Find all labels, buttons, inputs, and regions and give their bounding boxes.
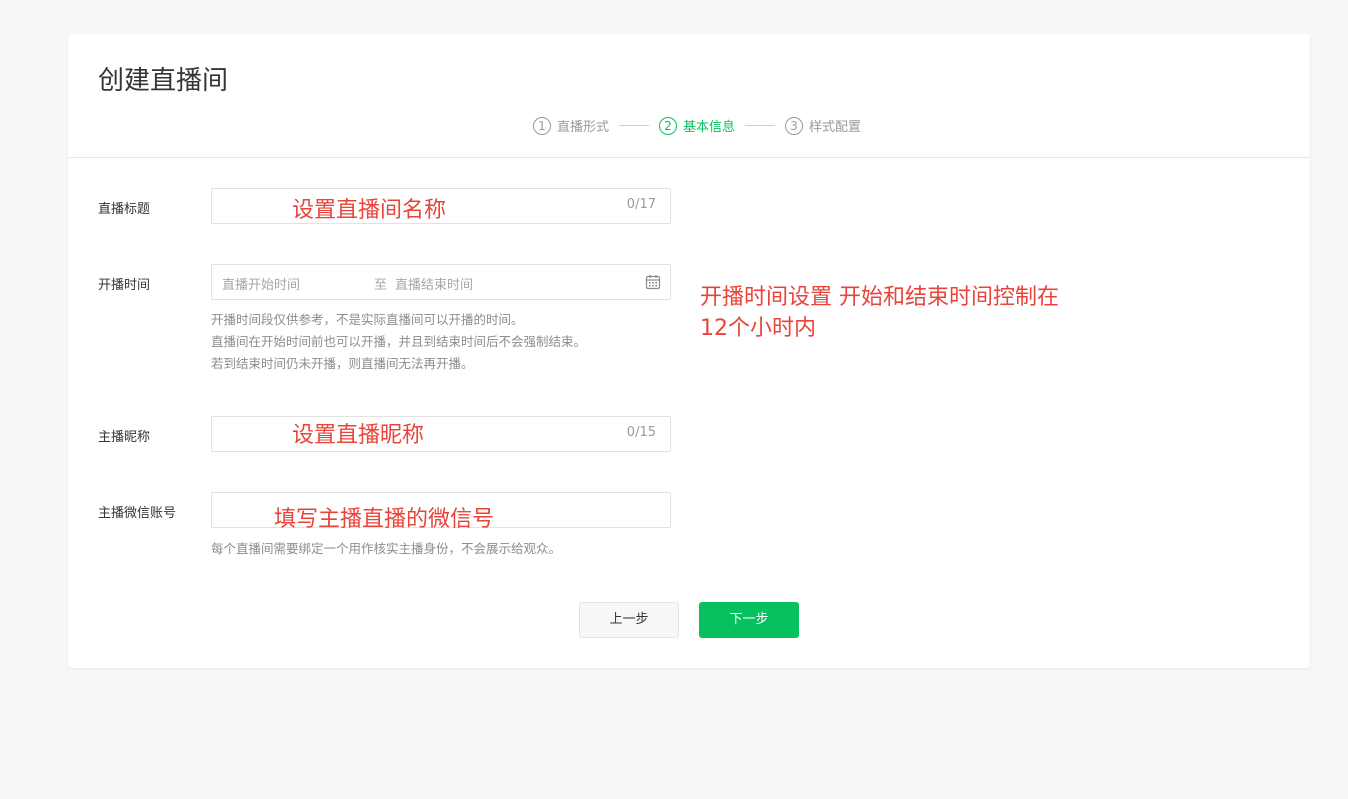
annotation-anchor-name: 设置直播昵称 (292, 423, 425, 448)
step-connector (745, 125, 775, 126)
page-title: 创建直播间 (98, 66, 229, 96)
step-style-config: 3 样式配置 (785, 116, 861, 135)
annotation-title: 设置直播间名称 (292, 198, 447, 223)
range-separator: 至 (374, 278, 388, 293)
live-time-range-picker[interactable]: 直播开始时间 至 直播结束时间 (211, 264, 671, 300)
live-time-label: 开播时间 (98, 278, 151, 293)
live-title-label: 直播标题 (98, 202, 151, 217)
step-connector (618, 125, 649, 126)
calendar-icon[interactable] (645, 274, 661, 290)
step-live-format: 1 直播形式 (532, 116, 609, 135)
create-live-room-card: 创建直播间 1 直播形式 2 基本信息 3 样式配置 直播标题 0/17 开播时… (68, 34, 1310, 668)
step-number: 2 (658, 116, 677, 135)
end-time-input[interactable]: 直播结束时间 (395, 274, 473, 293)
step-number: 3 (785, 116, 803, 135)
annotation-line: 开播时间设置 开始和结束时间控制在 (700, 285, 1059, 310)
char-counter: 0/15 (626, 425, 656, 440)
prev-step-button[interactable]: 上一步 (579, 602, 679, 638)
step-label: 基本信息 (682, 120, 735, 135)
hint-line: 开播时间段仅供参考，不是实际直播间可以开播的时间。 (211, 312, 524, 327)
char-counter: 0/17 (626, 197, 656, 212)
step-label: 直播形式 (556, 120, 609, 135)
annotation-anchor-wechat: 填写主播直播的微信号 (274, 507, 495, 532)
step-number: 1 (532, 116, 551, 135)
next-step-button[interactable]: 下一步 (699, 602, 799, 638)
hint-line: 直播间在开始时间前也可以开播，并且到结束时间后不会强制结束。 (211, 334, 587, 349)
annotation-time: 开播时间设置 开始和结束时间控制在 12个小时内 (700, 283, 1059, 345)
annotation-line: 12个小时内 (700, 315, 816, 341)
step-label: 样式配置 (809, 120, 862, 135)
stepper: 1 直播形式 2 基本信息 3 样式配置 (68, 116, 1310, 135)
anchor-wechat-label: 主播微信账号 (98, 506, 177, 521)
step-basic-info: 2 基本信息 (658, 116, 735, 135)
anchor-name-label: 主播昵称 (98, 430, 151, 445)
header-divider (68, 157, 1310, 158)
anchor-wechat-hint: 每个直播间需要绑定一个用作核实主播身份，不会展示给观众。 (211, 541, 562, 556)
start-time-input[interactable]: 直播开始时间 (222, 274, 300, 293)
anchor-name-input[interactable]: 0/15 (211, 416, 671, 452)
hint-line: 若到结束时间仍未开播，则直播间无法再开播。 (211, 356, 474, 371)
live-time-hint: 开播时间段仅供参考，不是实际直播间可以开播的时间。 直播间在开始时间前也可以开播… (211, 309, 586, 375)
